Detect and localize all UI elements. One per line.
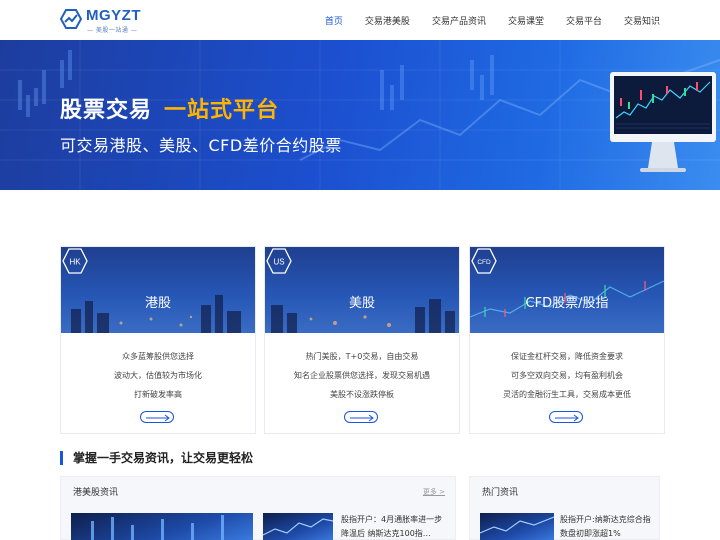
card-feature: 灵活的金融衍生工具，交易成本更低: [503, 390, 631, 399]
thumb-chart: [480, 516, 554, 534]
panel-title: 热门资讯: [482, 488, 519, 498]
arrow-right-icon: [350, 414, 374, 422]
news-panel-hk-us: 港美股资讯 更多 > 股指开户：4月通胀率进一步降温后 纳斯达克100指…: [60, 476, 456, 540]
nav-item-classroom[interactable]: 交易课堂: [508, 14, 544, 27]
card-chart-bg: [470, 280, 664, 318]
card-feature: 波动大，估值较为市场化: [114, 371, 202, 380]
card-more-button[interactable]: [140, 411, 174, 423]
main-nav: 首页 交易港美股 交易产品资讯 交易课堂 交易平台 交易知识: [303, 14, 660, 27]
nav-item-home[interactable]: 首页: [325, 14, 343, 27]
panel-title: 港美股资讯: [73, 488, 119, 498]
logo-text: MGYZT: [86, 7, 141, 24]
banner-title-main: 股票交易: [60, 98, 153, 123]
card-title: 美股: [348, 296, 375, 311]
news-thumbnail[interactable]: [263, 513, 333, 540]
hero-banner[interactable]: 股票交易 一站式平台 可交易港股、美股、CFD差价合约股票: [0, 40, 720, 190]
card-feature: 可多空双向交易，均有盈利机会: [511, 371, 623, 380]
nav-item-trade-hk-us[interactable]: 交易港美股: [365, 14, 410, 27]
card-feature: 众多蓝筹股供您选择: [122, 352, 194, 361]
news-item-title[interactable]: 股指开户:纳斯达克综合指数盘初即涨超1%: [560, 513, 654, 540]
nav-item-knowledge[interactable]: 交易知识: [624, 14, 660, 27]
cfd-hexagon-icon: CFD: [471, 248, 497, 274]
card-features: 热门美股，T+0交易，自由交易 知名企业股票供您选择，发现交易机遇 美股不设涨跌…: [265, 347, 459, 404]
us-badge-text: US: [273, 258, 284, 267]
logo-hexagon-icon: [60, 9, 82, 29]
card-feature: 知名企业股票供您选择，发现交易机遇: [294, 371, 430, 380]
nav-item-product-news[interactable]: 交易产品资讯: [432, 14, 486, 27]
thumb-chart: [263, 518, 333, 536]
card-feature: 美股不设涨跌停板: [330, 390, 394, 399]
more-link[interactable]: 更多 >: [423, 487, 445, 497]
card-city-chart-bg: [71, 295, 241, 333]
thumb-chart: [91, 515, 224, 540]
hk-badge-text: HK: [69, 258, 81, 267]
banner-title: 股票交易 一站式平台: [60, 92, 279, 124]
news-thumbnail[interactable]: [71, 513, 253, 540]
nav-item-platform[interactable]: 交易平台: [566, 14, 602, 27]
arrow-right-icon: [555, 414, 579, 422]
card-title: 港股: [144, 296, 171, 311]
card-feature: 保证金杠杆交易，降低资金要求: [511, 352, 623, 361]
cfd-badge-text: CFD: [477, 259, 491, 266]
card-city-chart-bg: [271, 299, 455, 333]
card-image: HK 港股: [61, 247, 255, 333]
us-hexagon-icon: US: [266, 248, 292, 274]
card-title: CFD股票/股指: [525, 296, 609, 311]
card-features: 保证金杠杆交易，降低资金要求 可多空双向交易，均有盈利机会 灵活的金融衍生工具，…: [470, 347, 664, 404]
site-header: MGYZT — 美股一站通 — 首页 交易港美股 交易产品资讯 交易课堂 交易平…: [0, 0, 720, 40]
section-title: 掌握一手交易资讯，让交易更轻松: [60, 451, 253, 465]
product-card-hk[interactable]: HK 港股 众多蓝筹股供您选择 波动大，估值较为市场化 打新破发率高: [60, 246, 256, 434]
news-thumbnail[interactable]: [480, 513, 554, 540]
arrow-right-icon: [146, 414, 170, 422]
monitor-chart-image: [610, 72, 716, 172]
logo-tagline: — 美股一站通 —: [87, 27, 138, 34]
card-image: CFD CFD股票/股指: [470, 247, 664, 333]
card-feature: 热门美股，T+0交易，自由交易: [305, 352, 419, 361]
logo[interactable]: MGYZT — 美股一站通 —: [60, 7, 141, 35]
card-more-button[interactable]: [549, 411, 583, 423]
product-card-cfd[interactable]: CFD CFD股票/股指 保证金杠杆交易，降低资金要求 可多空双向交易，均有盈利…: [469, 246, 665, 434]
product-card-us[interactable]: US 美股 热门美股，T+0交易，自由交易 知名企业股票供您选择，发现交易机遇 …: [264, 246, 460, 434]
card-feature: 打新破发率高: [134, 390, 182, 399]
hk-hexagon-icon: HK: [62, 248, 88, 274]
card-features: 众多蓝筹股供您选择 波动大，估值较为市场化 打新破发率高: [61, 347, 255, 404]
banner-title-highlight: 一站式平台: [164, 98, 280, 123]
news-item-title[interactable]: 股指开户：4月通胀率进一步降温后 纳斯达克100指…: [341, 513, 449, 540]
card-more-button[interactable]: [344, 411, 378, 423]
card-image: US 美股: [265, 247, 459, 333]
banner-subtitle: 可交易港股、美股、CFD差价合约股票: [60, 136, 342, 155]
news-panel-hot: 热门资讯 股指开户:纳斯达克综合指数盘初即涨超1%: [469, 476, 660, 540]
